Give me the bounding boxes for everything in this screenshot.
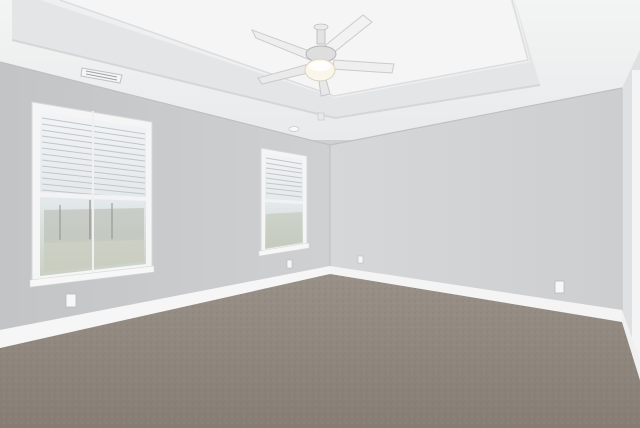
left-window [29, 101, 155, 288]
center-window [258, 147, 310, 257]
right-door-trim [632, 70, 640, 380]
outlet-left-wall [65, 293, 77, 308]
outlet-center-wall [286, 259, 293, 269]
recessed-fixture [317, 112, 325, 121]
room-photo [0, 0, 640, 428]
outlet-back-wall-left [357, 255, 364, 264]
smoke-detector [288, 126, 300, 132]
outlet-back-wall-right [554, 280, 565, 294]
